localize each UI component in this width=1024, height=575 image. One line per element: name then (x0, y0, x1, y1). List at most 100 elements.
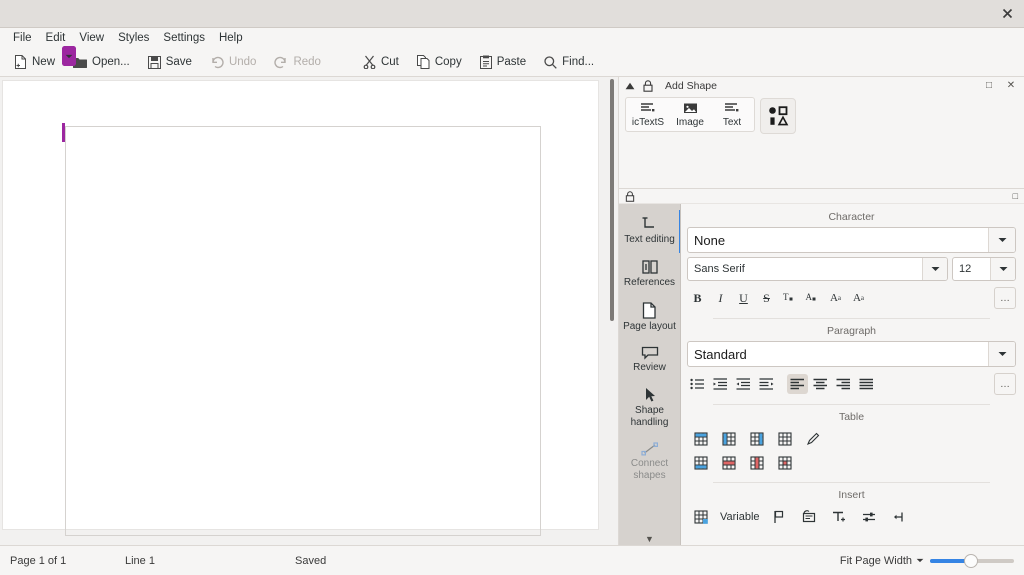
vertical-scrollbar[interactable] (610, 79, 614, 321)
tab-connect-shapes[interactable]: Connect shapes (619, 436, 681, 489)
document-page[interactable] (3, 81, 598, 529)
shape-text-button[interactable]: Text (711, 100, 753, 129)
references-icon (641, 259, 659, 275)
font-size-combo[interactable]: 12 (952, 257, 1016, 281)
toolbar-save-button[interactable]: Save (140, 53, 200, 72)
paragraph-style-value[interactable]: Standard (688, 342, 988, 366)
lock-icon[interactable] (643, 80, 653, 92)
superscript-button[interactable]: Aa (825, 288, 846, 308)
tab-text-editing[interactable]: Text editing (619, 210, 681, 253)
shape-image-button[interactable]: Image (669, 100, 711, 129)
tab-review[interactable]: Review (619, 340, 681, 381)
insert-column-right-button[interactable] (746, 429, 767, 449)
insert-bookmark-button[interactable] (769, 507, 790, 527)
table-border-pen-button[interactable] (802, 429, 823, 449)
toolbar-new-button[interactable]: New (6, 52, 63, 72)
insert-field-button[interactable] (859, 507, 880, 527)
shape-gallery-button[interactable] (760, 98, 796, 134)
toolbar-redo-button[interactable]: Redo (266, 53, 329, 72)
scissors-icon (363, 55, 376, 69)
toolbar-cut-button[interactable]: Cut (355, 52, 407, 72)
insert-link-button[interactable] (889, 507, 910, 527)
menu-item-edit[interactable]: Edit (39, 30, 73, 46)
shape-basic-text-button[interactable]: icTextS (627, 100, 669, 129)
insert-row-below-button[interactable] (690, 453, 711, 473)
zoom-slider-knob[interactable] (964, 554, 978, 568)
menu-item-help[interactable]: Help (212, 30, 250, 46)
paragraph-style-combo[interactable]: Standard (687, 341, 1016, 367)
tab-references-label: References (621, 277, 679, 289)
right-dock: Add Shape □ ✕ icTextS (619, 77, 1024, 545)
delete-row-button[interactable] (718, 453, 739, 473)
add-shape-maximize-button[interactable]: □ (982, 79, 996, 93)
decrease-indent-button[interactable] (733, 374, 754, 394)
character-more-button[interactable]: … (994, 287, 1016, 309)
text-frame[interactable] (65, 126, 541, 536)
font-family-combo[interactable]: Sans Serif (687, 257, 948, 281)
font-color-button[interactable]: A (802, 288, 823, 308)
insert-row-above-button[interactable] (690, 429, 711, 449)
increase-indent-button[interactable] (710, 374, 731, 394)
delete-table-icon (778, 456, 792, 470)
character-style-combo[interactable]: None (687, 227, 1016, 253)
align-left-button[interactable] (787, 374, 808, 394)
zoom-mode-dropdown[interactable]: Fit Page Width (840, 555, 924, 567)
underline-button[interactable]: U (733, 288, 754, 308)
align-justify-button[interactable] (856, 374, 877, 394)
paragraph-style-dropdown-button[interactable] (988, 342, 1015, 366)
list-bullet-button[interactable] (687, 374, 708, 394)
insert-table-button[interactable] (690, 507, 711, 527)
insert-frame-button[interactable] (799, 507, 820, 527)
table-properties-button[interactable] (774, 429, 795, 449)
main-toolbar: New Open... Save Undo (0, 48, 1024, 77)
menu-item-settings[interactable]: Settings (156, 30, 212, 46)
align-justify-icon (859, 378, 874, 390)
frame-icon (802, 510, 816, 524)
font-family-value[interactable]: Sans Serif (688, 258, 922, 280)
align-right-button[interactable] (833, 374, 854, 394)
subscript-button[interactable]: Aa (848, 288, 869, 308)
indent-right-button[interactable] (756, 374, 777, 394)
bold-button[interactable]: B (687, 288, 708, 308)
toolbar-find-button[interactable]: Find... (536, 53, 602, 72)
font-family-dropdown-button[interactable] (922, 258, 947, 280)
toolbar-copy-button[interactable]: Copy (409, 52, 470, 72)
menu-item-styles[interactable]: Styles (111, 30, 156, 46)
delete-column-button[interactable] (746, 453, 767, 473)
tab-shape-handling[interactable]: Shape handling (619, 381, 681, 436)
character-style-dropdown-button[interactable] (988, 228, 1015, 252)
delete-table-button[interactable] (774, 453, 795, 473)
insert-variable-button[interactable]: Variable (720, 511, 760, 523)
pen-icon (806, 432, 820, 446)
tab-page-layout[interactable]: Page layout (619, 296, 681, 340)
document-canvas[interactable] (0, 77, 619, 545)
increase-indent-icon (713, 378, 728, 390)
zoom-slider[interactable] (930, 554, 1014, 568)
menu-item-view[interactable]: View (72, 30, 111, 46)
toolbar-copy-label: Copy (435, 56, 462, 68)
tabstrip-more-button[interactable]: ▼ (619, 534, 680, 544)
menu-item-file[interactable]: File (6, 30, 39, 46)
cursor-arrow-icon (643, 387, 657, 403)
insert-text-button[interactable] (829, 507, 850, 527)
lock-icon[interactable] (625, 191, 635, 202)
align-center-button[interactable] (810, 374, 831, 394)
highlight-color-button[interactable]: T (779, 288, 800, 308)
toolbar-undo-button[interactable]: Undo (202, 53, 265, 72)
add-shape-close-button[interactable]: ✕ (1004, 79, 1018, 93)
strikethrough-button[interactable]: S (756, 288, 777, 308)
italic-button[interactable]: I (710, 288, 731, 308)
text-cursor-icon (641, 216, 659, 232)
tab-references[interactable]: References (619, 253, 681, 296)
field-settings-icon (862, 510, 876, 524)
font-color-icon: A (805, 291, 820, 305)
properties-maximize-button[interactable]: □ (1013, 191, 1018, 201)
font-size-value[interactable]: 12 (953, 258, 990, 280)
font-size-dropdown-button[interactable] (990, 258, 1015, 280)
window-close-button[interactable] (996, 3, 1018, 25)
insert-column-left-button[interactable] (718, 429, 739, 449)
triangle-up-icon[interactable] (625, 82, 635, 90)
character-style-value[interactable]: None (688, 228, 988, 252)
paragraph-more-button[interactable]: … (994, 373, 1016, 395)
toolbar-paste-button[interactable]: Paste (472, 52, 534, 72)
